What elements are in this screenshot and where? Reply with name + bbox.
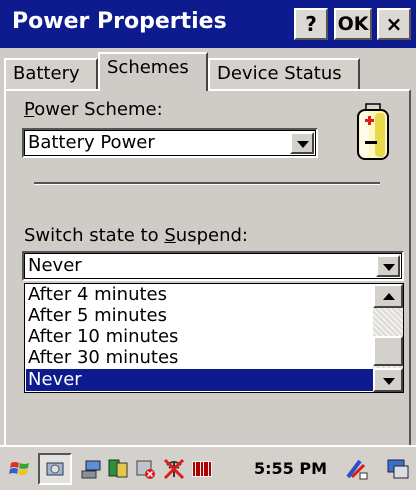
close-button[interactable]: × [377,8,411,40]
suspend-select[interactable]: Never [22,251,404,281]
tab-device-status[interactable]: Device Status [208,58,360,89]
input-panel-icon[interactable] [344,457,368,481]
list-item[interactable]: After 30 minutes [26,347,373,369]
connection-error-icon[interactable] [134,457,158,481]
clock[interactable]: 5:55 PM [254,459,327,478]
tab-schemes[interactable]: Schemes [98,52,208,91]
list-item[interactable]: After 4 minutes [26,284,373,306]
network-icon[interactable] [80,457,104,481]
sync-icon[interactable] [106,457,130,481]
list-item[interactable]: After 10 minutes [26,326,373,348]
settings-icon [46,462,64,476]
battery-icon [357,103,389,160]
tab-strip: Battery Schemes Device Status [0,50,416,91]
chevron-up-icon [383,293,395,300]
list-item-selected[interactable]: Never [26,369,373,391]
scroll-thumb[interactable] [373,336,403,366]
chevron-down-icon [383,378,395,385]
taskbar: 5:55 PM [0,445,416,490]
suspend-dropdown-list[interactable]: After 4 minutes After 5 minutes After 10… [24,283,404,393]
power-scheme-label: Power Scheme: [24,99,163,120]
start-windows-icon[interactable] [8,457,32,481]
list-item[interactable]: After 5 minutes [26,305,373,327]
power-scheme-dropdown-button[interactable] [290,132,314,154]
chevron-down-icon [383,264,395,271]
suspend-dropdown-button[interactable] [376,255,400,277]
suspend-label: Switch state to Suspend: [24,225,248,246]
active-task-button[interactable] [38,453,72,485]
ok-button[interactable]: OK [334,8,372,40]
tab-battery[interactable]: Battery [4,58,98,89]
suspend-value: Never [28,255,82,276]
scroll-up-button[interactable] [373,284,403,308]
power-scheme-value: Battery Power [28,132,155,153]
desktop-icon[interactable] [386,457,410,481]
wireless-disabled-icon[interactable] [162,457,186,481]
window-title: Power Properties [12,9,227,34]
title-bar: Power Properties ? OK × [0,0,416,48]
scroll-down-button[interactable] [373,368,403,392]
barcode-icon[interactable] [190,457,214,481]
help-button[interactable]: ? [294,8,328,40]
power-scheme-select[interactable]: Battery Power [22,128,318,158]
dropdown-scrollbar[interactable] [373,284,403,392]
chevron-down-icon [297,141,309,148]
separator [34,182,380,185]
